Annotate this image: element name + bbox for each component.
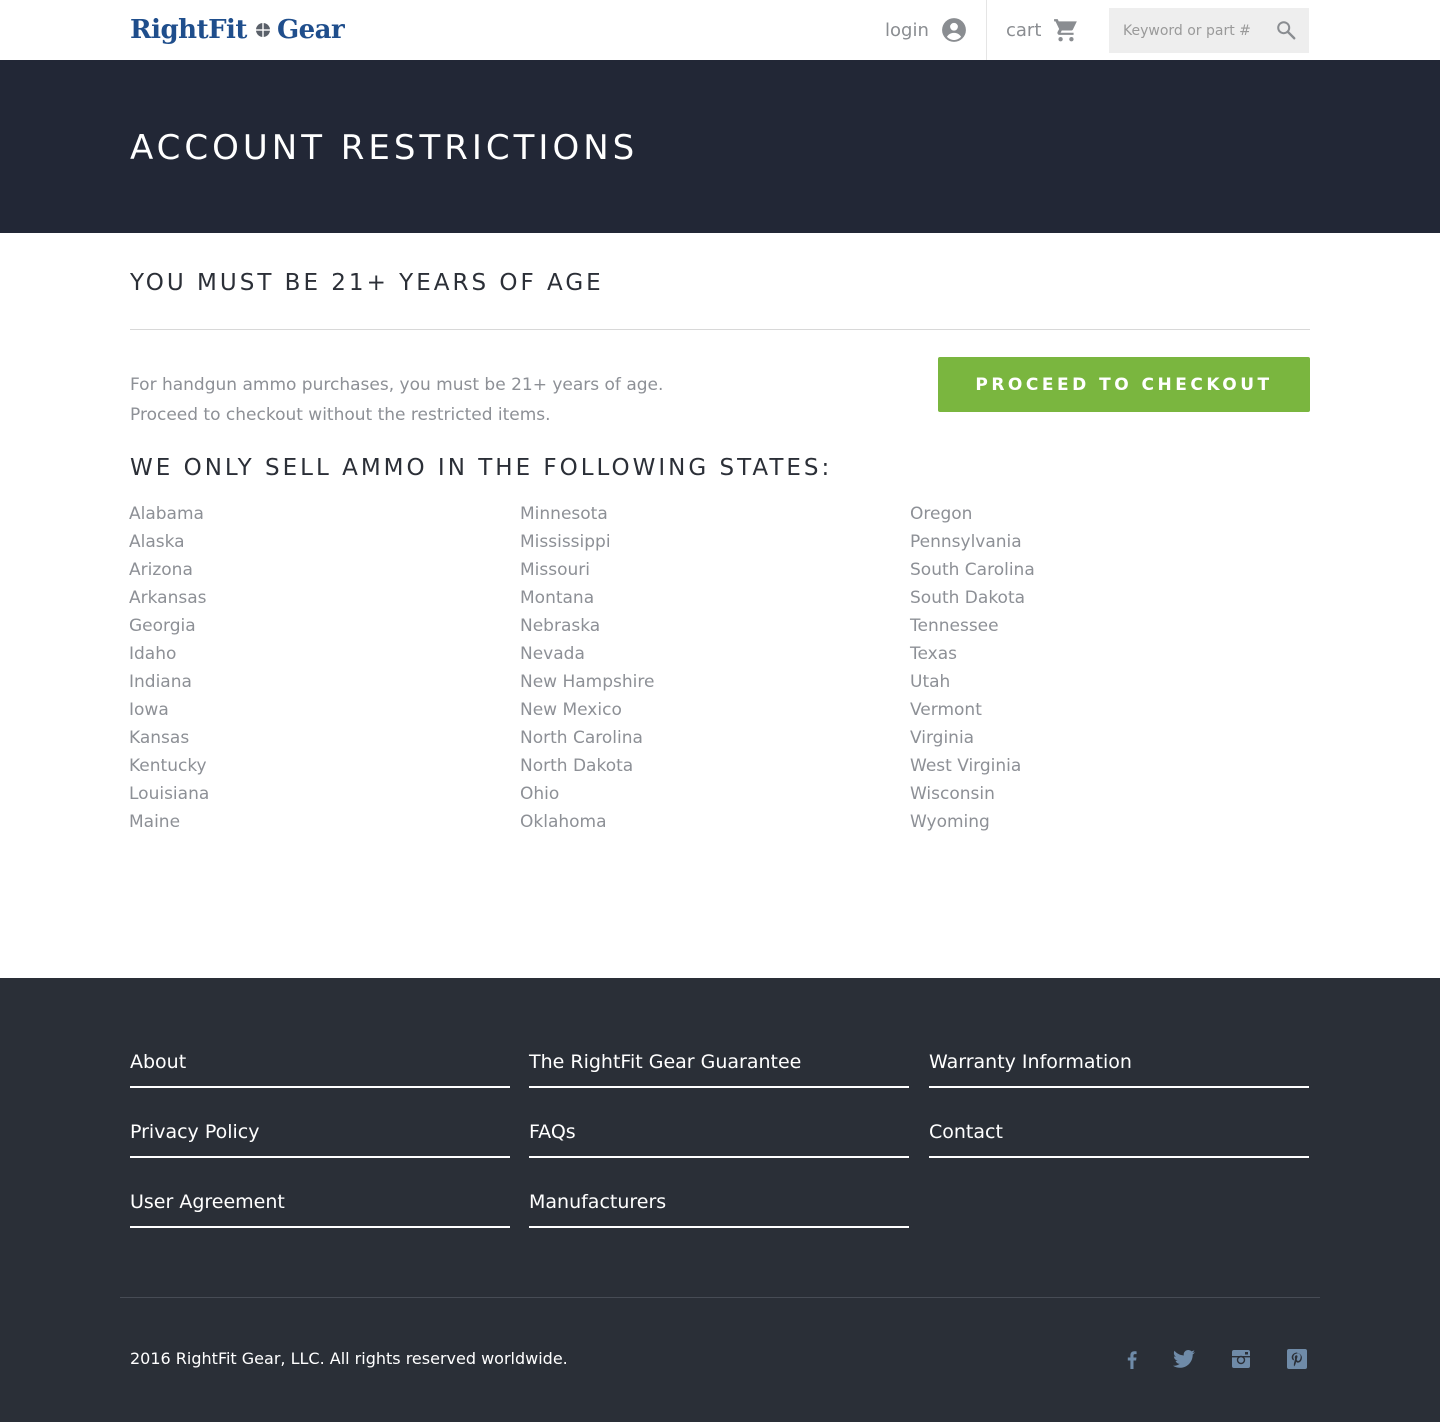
login-link[interactable]: login — [885, 14, 967, 46]
state-item: Tennessee — [910, 616, 999, 636]
restriction-message: For handgun ammo purchases, you must be … — [130, 370, 663, 430]
footer-link-warranty[interactable]: Warranty Information — [929, 1046, 1309, 1088]
state-item: Maine — [129, 812, 181, 832]
restriction-line-1: For handgun ammo purchases, you must be … — [130, 375, 664, 395]
states-column-2: Minnesota Mississippi Missouri Montana N… — [520, 500, 654, 836]
footer-link-about[interactable]: About — [130, 1046, 510, 1088]
instagram-link[interactable] — [1228, 1346, 1254, 1372]
pinterest-icon — [1287, 1349, 1307, 1369]
state-item: West Virginia — [910, 756, 1022, 776]
state-item: Minnesota — [520, 504, 608, 524]
state-item: Arizona — [129, 560, 193, 580]
footer-divider — [120, 1297, 1320, 1298]
header-divider — [986, 0, 987, 60]
age-requirement-heading: YOU MUST BE 21+ YEARS OF AGE — [130, 270, 604, 296]
footer-link-contact[interactable]: Contact — [929, 1116, 1309, 1158]
footer-link-faqs[interactable]: FAQs — [529, 1116, 909, 1158]
state-item: North Dakota — [520, 756, 634, 776]
footer-link-privacy-policy[interactable]: Privacy Policy — [130, 1116, 510, 1158]
allowed-states-heading: WE ONLY SELL AMMO IN THE FOLLOWING STATE… — [130, 455, 833, 481]
states-column-3: Oregon Pennsylvania South Carolina South… — [910, 500, 1035, 836]
state-item: Missouri — [520, 560, 590, 580]
state-item: Arkansas — [129, 588, 207, 608]
state-item: Pennsylvania — [910, 532, 1022, 552]
state-item: Alabama — [129, 504, 204, 524]
state-item: Nevada — [520, 644, 585, 664]
twitter-link[interactable] — [1171, 1346, 1197, 1372]
state-item: Virginia — [910, 728, 975, 748]
twitter-icon — [1173, 1350, 1195, 1368]
state-item: South Carolina — [910, 560, 1035, 580]
instagram-icon — [1232, 1350, 1250, 1368]
proceed-to-checkout-button[interactable]: PROCEED TO CHECKOUT — [938, 357, 1310, 412]
logo-text-gear: Gear — [276, 15, 345, 45]
states-column-1: Alabama Alaska Arizona Arkansas Georgia … — [129, 500, 209, 836]
state-item: Alaska — [129, 532, 185, 552]
page-title: ACCOUNT RESTRICTIONS — [130, 128, 639, 168]
cart-link[interactable]: cart — [1006, 14, 1079, 46]
state-item: Iowa — [129, 700, 169, 720]
copyright-text: 2016 RightFit Gear, LLC. All rights rese… — [130, 1349, 568, 1368]
site-logo[interactable]: RightFit Gear — [130, 14, 345, 46]
state-item: Georgia — [129, 616, 196, 636]
state-item: Montana — [520, 588, 595, 608]
crosshair-icon — [255, 23, 270, 37]
state-item: North Carolina — [520, 728, 643, 748]
search-box — [1109, 8, 1309, 53]
footer-link-guarantee[interactable]: The RightFit Gear Guarantee — [529, 1046, 909, 1088]
state-item: Mississippi — [520, 532, 611, 552]
state-item: Wisconsin — [910, 784, 995, 804]
search-input[interactable] — [1123, 22, 1273, 39]
restriction-line-2: Proceed to checkout without the restrict… — [130, 405, 551, 425]
site-footer: About The RightFit Gear Guarantee Warran… — [0, 978, 1440, 1422]
cart-label: cart — [1006, 19, 1042, 41]
state-item: Indiana — [129, 672, 192, 692]
state-item: Wyoming — [910, 812, 990, 832]
site-header: RightFit Gear login cart — [0, 0, 1440, 60]
state-item: Ohio — [520, 784, 560, 804]
facebook-icon — [1127, 1351, 1137, 1369]
state-item: New Hampshire — [520, 672, 655, 692]
state-item: Oklahoma — [520, 812, 607, 832]
facebook-link[interactable] — [1119, 1346, 1145, 1372]
state-item: Idaho — [129, 644, 177, 664]
state-item: South Dakota — [910, 588, 1026, 608]
section-divider — [130, 329, 1310, 330]
footer-link-manufacturers[interactable]: Manufacturers — [529, 1186, 909, 1228]
state-item: Kansas — [129, 728, 190, 748]
login-label: login — [885, 19, 929, 41]
account-circle-icon — [941, 18, 966, 42]
state-item: Kentucky — [129, 756, 207, 776]
state-item: Utah — [910, 672, 951, 692]
page-hero: ACCOUNT RESTRICTIONS — [0, 60, 1440, 233]
state-item: Nebraska — [520, 616, 601, 636]
logo-text-rightfit: RightFit — [130, 15, 247, 45]
state-item: Texas — [910, 644, 957, 664]
state-item: Oregon — [910, 504, 973, 524]
state-item: Louisiana — [129, 784, 210, 804]
state-item: Vermont — [910, 700, 982, 720]
search-icon[interactable] — [1275, 19, 1297, 41]
pinterest-link[interactable] — [1284, 1346, 1310, 1372]
footer-link-user-agreement[interactable]: User Agreement — [130, 1186, 510, 1228]
state-item: New Mexico — [520, 700, 622, 720]
shopping-cart-icon — [1054, 19, 1078, 42]
